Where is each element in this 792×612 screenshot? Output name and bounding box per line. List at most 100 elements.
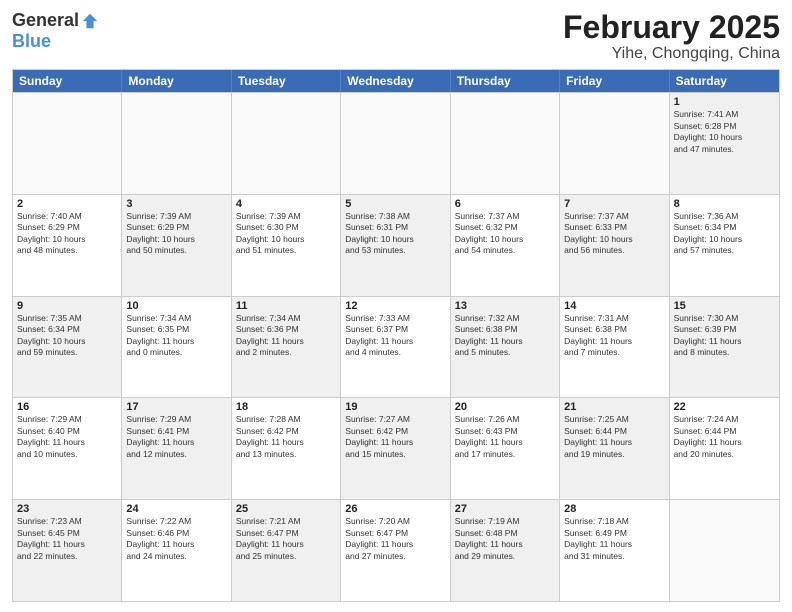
day-info: Sunrise: 7:23 AM Sunset: 6:45 PM Dayligh… <box>17 516 117 562</box>
day-number: 8 <box>674 198 775 210</box>
day-info: Sunrise: 7:28 AM Sunset: 6:42 PM Dayligh… <box>236 414 336 460</box>
cal-row-4: 23Sunrise: 7:23 AM Sunset: 6:45 PM Dayli… <box>13 499 779 601</box>
cal-cell: 19Sunrise: 7:27 AM Sunset: 6:42 PM Dayli… <box>341 398 450 499</box>
day-number: 14 <box>564 300 664 312</box>
cal-cell: 13Sunrise: 7:32 AM Sunset: 6:38 PM Dayli… <box>451 297 560 398</box>
cal-cell: 12Sunrise: 7:33 AM Sunset: 6:37 PM Dayli… <box>341 297 450 398</box>
cal-cell: 16Sunrise: 7:29 AM Sunset: 6:40 PM Dayli… <box>13 398 122 499</box>
day-number: 2 <box>17 198 117 210</box>
cal-cell: 26Sunrise: 7:20 AM Sunset: 6:47 PM Dayli… <box>341 500 450 601</box>
cal-cell: 24Sunrise: 7:22 AM Sunset: 6:46 PM Dayli… <box>122 500 231 601</box>
day-info: Sunrise: 7:34 AM Sunset: 6:35 PM Dayligh… <box>126 313 226 359</box>
cal-cell <box>13 93 122 194</box>
day-info: Sunrise: 7:37 AM Sunset: 6:33 PM Dayligh… <box>564 211 664 257</box>
day-number: 26 <box>345 503 445 515</box>
cal-cell: 11Sunrise: 7:34 AM Sunset: 6:36 PM Dayli… <box>232 297 341 398</box>
day-info: Sunrise: 7:39 AM Sunset: 6:30 PM Dayligh… <box>236 211 336 257</box>
cal-cell: 15Sunrise: 7:30 AM Sunset: 6:39 PM Dayli… <box>670 297 779 398</box>
day-number: 13 <box>455 300 555 312</box>
day-info: Sunrise: 7:34 AM Sunset: 6:36 PM Dayligh… <box>236 313 336 359</box>
day-info: Sunrise: 7:40 AM Sunset: 6:29 PM Dayligh… <box>17 211 117 257</box>
calendar: SundayMondayTuesdayWednesdayThursdayFrid… <box>12 69 780 602</box>
day-number: 25 <box>236 503 336 515</box>
day-number: 20 <box>455 401 555 413</box>
day-number: 24 <box>126 503 226 515</box>
cal-row-0: 1Sunrise: 7:41 AM Sunset: 6:28 PM Daylig… <box>13 92 779 194</box>
day-number: 3 <box>126 198 226 210</box>
day-number: 11 <box>236 300 336 312</box>
cal-cell: 9Sunrise: 7:35 AM Sunset: 6:34 PM Daylig… <box>13 297 122 398</box>
cal-cell: 6Sunrise: 7:37 AM Sunset: 6:32 PM Daylig… <box>451 195 560 296</box>
cal-header-friday: Friday <box>560 70 669 92</box>
day-info: Sunrise: 7:33 AM Sunset: 6:37 PM Dayligh… <box>345 313 445 359</box>
day-number: 16 <box>17 401 117 413</box>
cal-cell: 22Sunrise: 7:24 AM Sunset: 6:44 PM Dayli… <box>670 398 779 499</box>
day-number: 10 <box>126 300 226 312</box>
day-info: Sunrise: 7:19 AM Sunset: 6:48 PM Dayligh… <box>455 516 555 562</box>
cal-cell <box>451 93 560 194</box>
cal-cell: 4Sunrise: 7:39 AM Sunset: 6:30 PM Daylig… <box>232 195 341 296</box>
day-number: 1 <box>674 96 775 108</box>
calendar-body: 1Sunrise: 7:41 AM Sunset: 6:28 PM Daylig… <box>13 92 779 601</box>
calendar-header-row: SundayMondayTuesdayWednesdayThursdayFrid… <box>13 70 779 92</box>
day-info: Sunrise: 7:32 AM Sunset: 6:38 PM Dayligh… <box>455 313 555 359</box>
day-number: 5 <box>345 198 445 210</box>
cal-cell <box>232 93 341 194</box>
day-number: 6 <box>455 198 555 210</box>
day-number: 22 <box>674 401 775 413</box>
calendar-subtitle: Yihe, Chongqing, China <box>563 45 780 63</box>
cal-cell: 2Sunrise: 7:40 AM Sunset: 6:29 PM Daylig… <box>13 195 122 296</box>
cal-cell: 18Sunrise: 7:28 AM Sunset: 6:42 PM Dayli… <box>232 398 341 499</box>
cal-cell: 7Sunrise: 7:37 AM Sunset: 6:33 PM Daylig… <box>560 195 669 296</box>
cal-header-saturday: Saturday <box>670 70 779 92</box>
logo-blue-text: Blue <box>12 31 51 52</box>
day-info: Sunrise: 7:35 AM Sunset: 6:34 PM Dayligh… <box>17 313 117 359</box>
cal-cell: 14Sunrise: 7:31 AM Sunset: 6:38 PM Dayli… <box>560 297 669 398</box>
page: General Blue February 2025 Yihe, Chongqi… <box>0 0 792 612</box>
cal-cell: 20Sunrise: 7:26 AM Sunset: 6:43 PM Dayli… <box>451 398 560 499</box>
cal-header-tuesday: Tuesday <box>232 70 341 92</box>
day-info: Sunrise: 7:25 AM Sunset: 6:44 PM Dayligh… <box>564 414 664 460</box>
cal-cell: 23Sunrise: 7:23 AM Sunset: 6:45 PM Dayli… <box>13 500 122 601</box>
cal-cell <box>341 93 450 194</box>
day-number: 27 <box>455 503 555 515</box>
day-info: Sunrise: 7:41 AM Sunset: 6:28 PM Dayligh… <box>674 109 775 155</box>
day-number: 12 <box>345 300 445 312</box>
cal-cell: 21Sunrise: 7:25 AM Sunset: 6:44 PM Dayli… <box>560 398 669 499</box>
cal-row-3: 16Sunrise: 7:29 AM Sunset: 6:40 PM Dayli… <box>13 397 779 499</box>
day-info: Sunrise: 7:36 AM Sunset: 6:34 PM Dayligh… <box>674 211 775 257</box>
header: General Blue February 2025 Yihe, Chongqi… <box>12 10 780 63</box>
day-number: 18 <box>236 401 336 413</box>
cal-header-wednesday: Wednesday <box>341 70 450 92</box>
cal-cell <box>560 93 669 194</box>
cal-header-monday: Monday <box>122 70 231 92</box>
day-info: Sunrise: 7:30 AM Sunset: 6:39 PM Dayligh… <box>674 313 775 359</box>
cal-cell: 28Sunrise: 7:18 AM Sunset: 6:49 PM Dayli… <box>560 500 669 601</box>
day-info: Sunrise: 7:18 AM Sunset: 6:49 PM Dayligh… <box>564 516 664 562</box>
cal-row-1: 2Sunrise: 7:40 AM Sunset: 6:29 PM Daylig… <box>13 194 779 296</box>
title-section: February 2025 Yihe, Chongqing, China <box>563 10 780 63</box>
cal-cell <box>122 93 231 194</box>
cal-cell: 5Sunrise: 7:38 AM Sunset: 6:31 PM Daylig… <box>341 195 450 296</box>
day-info: Sunrise: 7:38 AM Sunset: 6:31 PM Dayligh… <box>345 211 445 257</box>
day-number: 19 <box>345 401 445 413</box>
calendar-title: February 2025 <box>563 10 780 45</box>
day-number: 28 <box>564 503 664 515</box>
day-number: 9 <box>17 300 117 312</box>
logo: General Blue <box>12 10 99 52</box>
day-info: Sunrise: 7:37 AM Sunset: 6:32 PM Dayligh… <box>455 211 555 257</box>
day-info: Sunrise: 7:21 AM Sunset: 6:47 PM Dayligh… <box>236 516 336 562</box>
day-info: Sunrise: 7:39 AM Sunset: 6:29 PM Dayligh… <box>126 211 226 257</box>
cal-row-2: 9Sunrise: 7:35 AM Sunset: 6:34 PM Daylig… <box>13 296 779 398</box>
day-number: 7 <box>564 198 664 210</box>
day-info: Sunrise: 7:27 AM Sunset: 6:42 PM Dayligh… <box>345 414 445 460</box>
cal-cell: 17Sunrise: 7:29 AM Sunset: 6:41 PM Dayli… <box>122 398 231 499</box>
day-number: 15 <box>674 300 775 312</box>
day-info: Sunrise: 7:22 AM Sunset: 6:46 PM Dayligh… <box>126 516 226 562</box>
day-info: Sunrise: 7:26 AM Sunset: 6:43 PM Dayligh… <box>455 414 555 460</box>
day-info: Sunrise: 7:31 AM Sunset: 6:38 PM Dayligh… <box>564 313 664 359</box>
cal-header-thursday: Thursday <box>451 70 560 92</box>
day-info: Sunrise: 7:20 AM Sunset: 6:47 PM Dayligh… <box>345 516 445 562</box>
day-info: Sunrise: 7:24 AM Sunset: 6:44 PM Dayligh… <box>674 414 775 460</box>
day-number: 17 <box>126 401 226 413</box>
